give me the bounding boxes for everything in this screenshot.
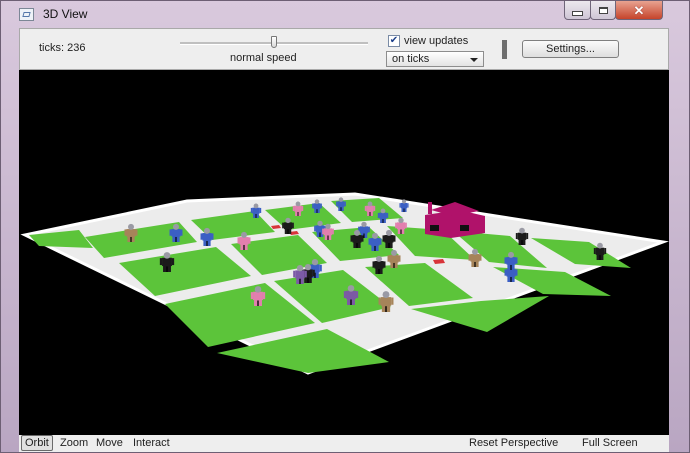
- update-indicator: [502, 40, 507, 59]
- app-window-icon: [19, 8, 34, 21]
- minimize-icon: [572, 10, 583, 16]
- house-window: [460, 225, 469, 231]
- reset-perspective-button[interactable]: Reset Perspective: [469, 436, 558, 450]
- view-updates-checkbox[interactable]: ✔: [388, 35, 400, 47]
- maximize-button[interactable]: [590, 1, 616, 20]
- zoom-button[interactable]: Zoom: [60, 436, 88, 450]
- ticks-counter: ticks: 236: [39, 42, 86, 54]
- full-screen-button[interactable]: Full Screen: [582, 436, 638, 450]
- 3d-view-window: 3D View ✕ ticks: 236 normal speed ✔ view…: [0, 0, 690, 453]
- toolbar: ticks: 236 normal speed ✔ view updates o…: [19, 28, 669, 70]
- update-mode-value: on ticks: [392, 53, 430, 65]
- close-button[interactable]: ✕: [615, 1, 663, 20]
- window-title: 3D View: [43, 7, 88, 21]
- dropdown-arrow-icon: [470, 58, 478, 62]
- title-bar[interactable]: 3D View ✕: [1, 1, 689, 27]
- orbit-button[interactable]: Orbit: [21, 435, 53, 451]
- view-updates-label[interactable]: view updates: [404, 35, 468, 47]
- move-button[interactable]: Move: [96, 436, 123, 450]
- update-mode-dropdown[interactable]: on ticks: [386, 51, 484, 67]
- settings-button[interactable]: Settings...: [522, 40, 619, 58]
- maximize-icon: [598, 6, 608, 14]
- 3d-scene-viewport[interactable]: [19, 70, 669, 435]
- interact-button[interactable]: Interact: [133, 436, 170, 450]
- house-chimney: [428, 202, 432, 214]
- minimize-button[interactable]: [564, 1, 591, 20]
- close-icon: ✕: [633, 2, 645, 18]
- speed-slider-thumb[interactable]: [271, 36, 277, 48]
- speed-label: normal speed: [230, 52, 297, 64]
- 3d-scene-canvas[interactable]: [19, 70, 669, 435]
- house-window: [430, 225, 439, 231]
- bottom-control-bar: Orbit Zoom Move Interact Reset Perspecti…: [19, 435, 669, 452]
